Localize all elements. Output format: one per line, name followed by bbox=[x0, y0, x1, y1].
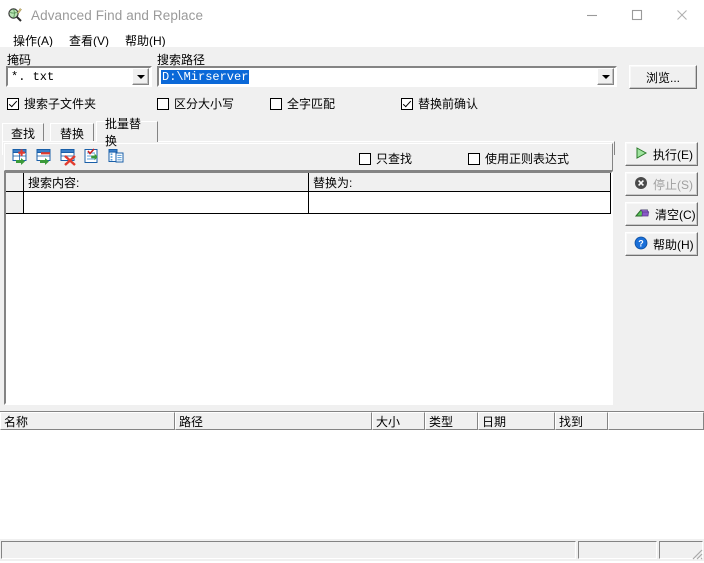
title-bar: Advanced Find and Replace bbox=[0, 0, 704, 30]
tab-replace[interactable]: 替换 bbox=[50, 123, 94, 142]
copy-list-icon[interactable] bbox=[107, 147, 127, 167]
batch-toolbar: 只查找 使用正则表达式 bbox=[4, 143, 613, 171]
delete-row-icon[interactable] bbox=[59, 147, 79, 167]
mask-value[interactable]: *. txt bbox=[8, 70, 132, 84]
status-pane-secondary bbox=[578, 541, 657, 559]
tab-find[interactable]: 查找 bbox=[2, 123, 44, 142]
insert-row-icon[interactable] bbox=[35, 147, 55, 167]
results-list-header: 名称 路径 大小 类型 日期 找到 bbox=[0, 412, 704, 430]
checkbox-label: 搜索子文件夹 bbox=[24, 97, 97, 111]
grid-header-gutter bbox=[6, 173, 24, 192]
clear-button-label: 清空(C) bbox=[655, 207, 696, 222]
grid-cell-gutter[interactable] bbox=[6, 192, 24, 214]
svg-text:?: ? bbox=[638, 238, 644, 248]
stop-button: 停止(S) bbox=[625, 172, 698, 196]
stop-button-label: 停止(S) bbox=[653, 177, 693, 192]
minimize-icon[interactable] bbox=[569, 0, 614, 30]
checkbox-box[interactable] bbox=[359, 152, 371, 165]
help-icon: ? bbox=[634, 236, 648, 253]
execute-button[interactable]: 执行(E) bbox=[625, 142, 698, 166]
checkbox-find-only[interactable]: 只查找 bbox=[359, 150, 412, 167]
column-header-name[interactable]: 名称 bbox=[0, 412, 175, 430]
execute-button-label: 执行(E) bbox=[653, 147, 693, 162]
checkbox-box[interactable] bbox=[270, 97, 282, 110]
column-header-found[interactable]: 找到 bbox=[555, 412, 608, 430]
window-controls bbox=[569, 0, 704, 30]
browse-button[interactable]: 浏览... bbox=[629, 65, 697, 89]
tab-strip: 查找 替换 批量替换 bbox=[2, 117, 702, 148]
checkbox-label: 只查找 bbox=[376, 152, 413, 166]
tab-batch-replace[interactable]: 批量替换 bbox=[96, 117, 158, 148]
checkbox-box[interactable] bbox=[401, 97, 413, 110]
chevron-down-icon[interactable] bbox=[597, 68, 614, 85]
magnifier-globe-icon bbox=[7, 7, 23, 23]
column-header-path[interactable]: 路径 bbox=[175, 412, 372, 430]
close-icon[interactable] bbox=[659, 0, 704, 30]
checkbox-use-regex[interactable]: 使用正则表达式 bbox=[468, 150, 569, 167]
grid-header-replace-with[interactable]: 替换为: bbox=[309, 173, 611, 192]
checkbox-search-subfolders[interactable]: 搜索子文件夹 bbox=[7, 95, 96, 112]
load-list-icon[interactable] bbox=[83, 147, 103, 167]
checkbox-label: 替换前确认 bbox=[418, 97, 479, 111]
search-path-value[interactable]: D:\Mirserver bbox=[161, 69, 250, 84]
column-header-type[interactable]: 类型 bbox=[425, 412, 478, 430]
replace-grid-header: 搜索内容: 替换为: bbox=[6, 173, 611, 192]
checkbox-label: 区分大小写 bbox=[174, 97, 235, 111]
grid-cell-search-content[interactable] bbox=[24, 192, 309, 214]
search-path-combo[interactable]: D:\Mirserver bbox=[157, 66, 617, 87]
checkbox-box[interactable] bbox=[7, 97, 19, 110]
column-header-size[interactable]: 大小 bbox=[372, 412, 425, 430]
checkbox-box[interactable] bbox=[157, 97, 169, 110]
checkbox-label: 全字匹配 bbox=[287, 97, 336, 111]
column-header-filler[interactable] bbox=[608, 412, 704, 430]
checkbox-whole-word[interactable]: 全字匹配 bbox=[270, 95, 335, 112]
column-header-date[interactable]: 日期 bbox=[478, 412, 555, 430]
grid-header-search-content[interactable]: 搜索内容: bbox=[24, 173, 309, 192]
eraser-icon bbox=[634, 206, 650, 223]
checkbox-case-sensitive[interactable]: 区分大小写 bbox=[157, 95, 234, 112]
grid-cell-replace-with[interactable] bbox=[309, 192, 611, 214]
maximize-icon[interactable] bbox=[614, 0, 659, 30]
table-row[interactable] bbox=[6, 192, 611, 214]
help-button[interactable]: ? 帮助(H) bbox=[625, 232, 698, 256]
play-icon bbox=[634, 146, 648, 163]
clear-button[interactable]: 清空(C) bbox=[625, 202, 698, 226]
help-button-label: 帮助(H) bbox=[653, 237, 694, 252]
add-row-icon[interactable] bbox=[11, 147, 31, 167]
checkbox-confirm-before-replace[interactable]: 替换前确认 bbox=[401, 95, 478, 112]
chevron-down-icon[interactable] bbox=[132, 68, 149, 85]
status-bar bbox=[0, 539, 704, 561]
status-pane-main bbox=[1, 541, 576, 559]
replace-grid[interactable]: 搜索内容: 替换为: bbox=[4, 171, 613, 405]
client-area: 掩码 搜索路径 *. txt D:\Mirserver 浏览... 搜索子文件夹… bbox=[0, 47, 704, 561]
resize-grip-icon[interactable] bbox=[689, 546, 703, 560]
checkbox-box[interactable] bbox=[468, 152, 480, 165]
stop-icon bbox=[634, 176, 648, 193]
mask-combo[interactable]: *. txt bbox=[6, 66, 152, 87]
checkbox-label: 使用正则表达式 bbox=[485, 152, 570, 166]
toolbar-icon-group bbox=[11, 147, 127, 167]
results-list[interactable]: 名称 路径 大小 类型 日期 找到 bbox=[0, 411, 704, 539]
window-title: Advanced Find and Replace bbox=[31, 7, 204, 23]
